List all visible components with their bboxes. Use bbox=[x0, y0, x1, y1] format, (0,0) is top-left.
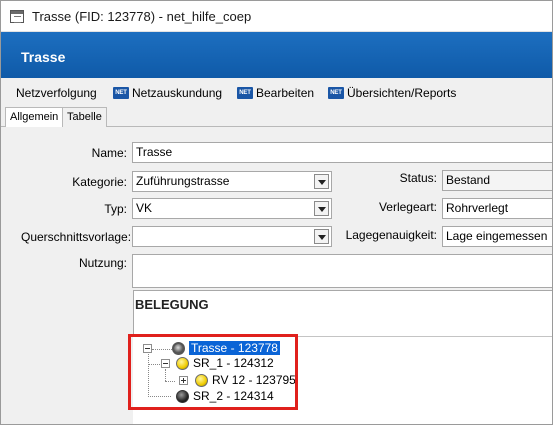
form-header: Trasse bbox=[1, 32, 552, 78]
chevron-down-icon[interactable] bbox=[314, 229, 329, 244]
name-label: Name: bbox=[91, 146, 127, 160]
typ-label: Typ: bbox=[104, 202, 127, 216]
menu-item-bearbeiten[interactable]: NET Bearbeiten bbox=[237, 86, 314, 100]
nutzung-label: Nutzung: bbox=[78, 256, 127, 270]
menu-item-netzverfolgung[interactable]: Netzverfolgung bbox=[16, 86, 97, 100]
chevron-down-icon[interactable] bbox=[314, 201, 329, 216]
highlight-frame bbox=[128, 334, 298, 410]
status-label: Status: bbox=[399, 171, 437, 185]
status-field: Bestand bbox=[442, 170, 552, 191]
name-input[interactable]: Trasse bbox=[132, 142, 552, 163]
menu-item-netzauskundung[interactable]: NET Netzauskundung bbox=[113, 86, 222, 100]
verlegeart-label: Verlegeart: bbox=[378, 200, 437, 214]
form-header-title: Trasse bbox=[21, 49, 66, 65]
nutzung-textarea[interactable] bbox=[132, 254, 552, 288]
menu-item-label: Netzauskundung bbox=[132, 86, 223, 100]
title-bar: Trasse (FID: 123778) - net_hilfe_coep bbox=[1, 1, 552, 32]
lagegenauigkeit-label: Lagegenauigkeit: bbox=[345, 228, 437, 242]
lagegenauigkeit-field[interactable]: Lage eingemessen bbox=[442, 226, 552, 247]
belegung-title: BELEGUNG bbox=[135, 297, 209, 312]
net-icon: NET bbox=[237, 87, 253, 99]
menu-item-label: Netzverfolgung bbox=[16, 86, 97, 100]
net-icon: NET bbox=[113, 87, 129, 99]
menu-item-label: Bearbeiten bbox=[256, 86, 315, 100]
kategorie-value: Zuführungstrasse bbox=[136, 174, 230, 188]
kategorie-label: Kategorie: bbox=[72, 175, 127, 189]
window-title: Trasse (FID: 123778) - net_hilfe_coep bbox=[32, 9, 252, 24]
window: Trasse (FID: 123778) - net_hilfe_coep Tr… bbox=[0, 0, 553, 425]
tab-tabelle[interactable]: Tabelle bbox=[62, 107, 107, 127]
querschnittsvorlage-label: Querschnittsvorlage: bbox=[21, 230, 132, 244]
typ-value: VK bbox=[136, 201, 153, 215]
kategorie-select[interactable]: Zuführungstrasse bbox=[132, 171, 332, 192]
typ-select[interactable]: VK bbox=[132, 198, 332, 219]
menu-bar: Netzverfolgung NET Netzauskundung NET Be… bbox=[1, 83, 552, 105]
querschnittsvorlage-select[interactable] bbox=[132, 226, 332, 247]
menu-item-label: Übersichten/Reports bbox=[347, 86, 457, 100]
tab-allgemein[interactable]: Allgemein bbox=[5, 107, 64, 128]
net-icon: NET bbox=[328, 87, 344, 99]
verlegeart-field[interactable]: Rohrverlegt bbox=[442, 198, 552, 219]
table-window-icon bbox=[10, 10, 24, 23]
menu-item-uebersichten-reports[interactable]: NET Übersichten/Reports bbox=[328, 86, 456, 100]
tab-strip: Allgemein Tabelle bbox=[1, 107, 552, 128]
chevron-down-icon[interactable] bbox=[314, 174, 329, 189]
